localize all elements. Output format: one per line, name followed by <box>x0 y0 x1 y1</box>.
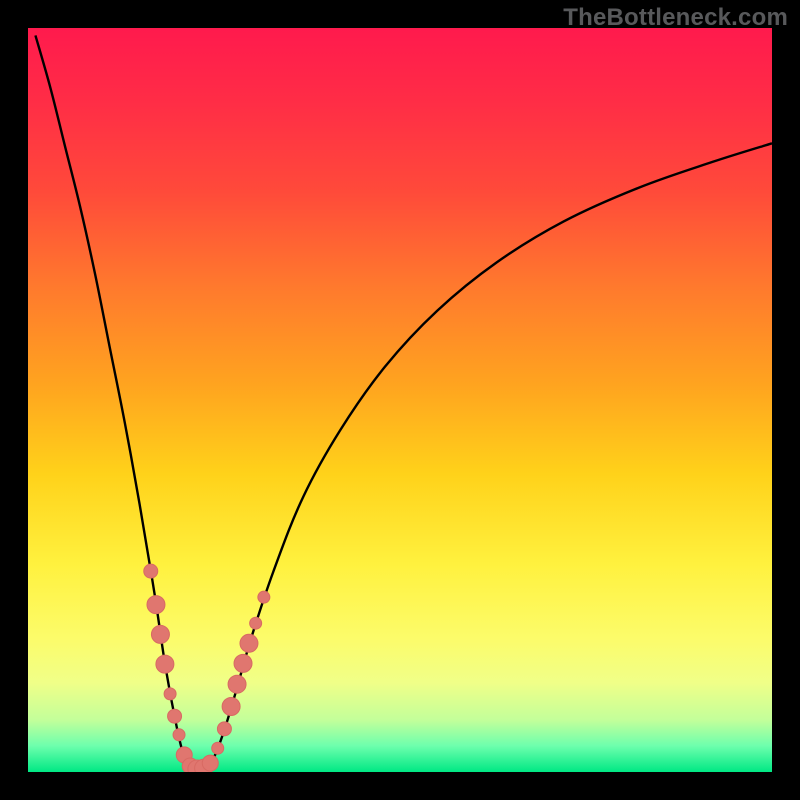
data-marker <box>240 634 258 652</box>
gradient-background <box>28 28 772 772</box>
data-marker <box>144 564 158 578</box>
data-marker <box>258 591 270 603</box>
plot-area <box>28 28 772 772</box>
chart-frame: TheBottleneck.com <box>0 0 800 800</box>
data-marker <box>250 617 262 629</box>
bottleneck-chart-svg <box>28 28 772 772</box>
data-marker <box>228 675 246 693</box>
watermark-text: TheBottleneck.com <box>563 4 788 32</box>
data-marker <box>156 655 174 673</box>
data-marker <box>234 654 252 672</box>
data-marker <box>202 755 218 771</box>
data-marker <box>217 722 231 736</box>
data-marker <box>168 709 182 723</box>
data-marker <box>173 729 185 741</box>
data-marker <box>212 742 224 754</box>
data-marker <box>222 698 240 716</box>
data-marker <box>164 688 176 700</box>
data-marker <box>151 625 169 643</box>
data-marker <box>147 596 165 614</box>
